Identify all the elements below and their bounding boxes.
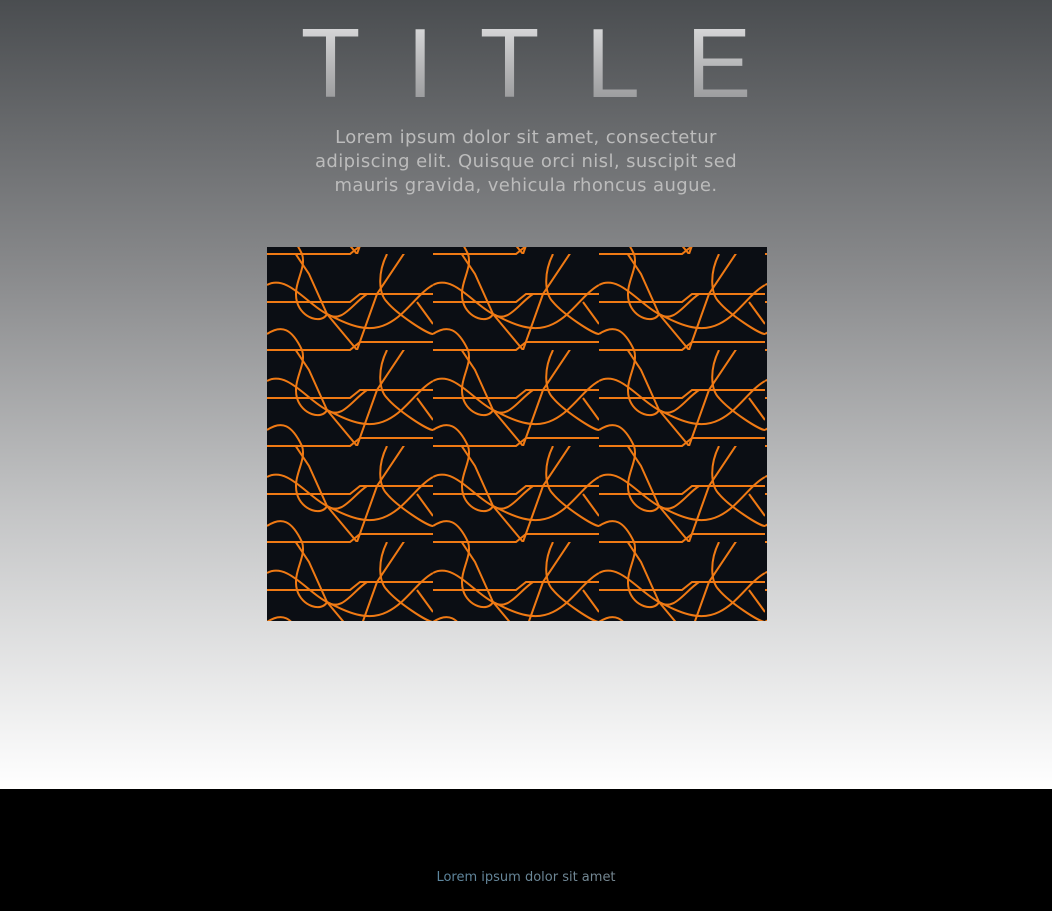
pattern-svg — [267, 247, 767, 621]
page-title: TITLE — [0, 8, 1052, 118]
footer-text: Lorem ipsum dolor sit amet — [0, 870, 1052, 885]
pattern-fill — [267, 247, 767, 621]
subtitle: Lorem ipsum dolor sit amet, consectetur … — [314, 127, 738, 196]
hero-section: TITLE Lorem ipsum dolor sit amet, consec… — [0, 0, 1052, 789]
footer: Lorem ipsum dolor sit amet — [0, 789, 1052, 911]
geometric-pattern-image — [267, 247, 767, 621]
